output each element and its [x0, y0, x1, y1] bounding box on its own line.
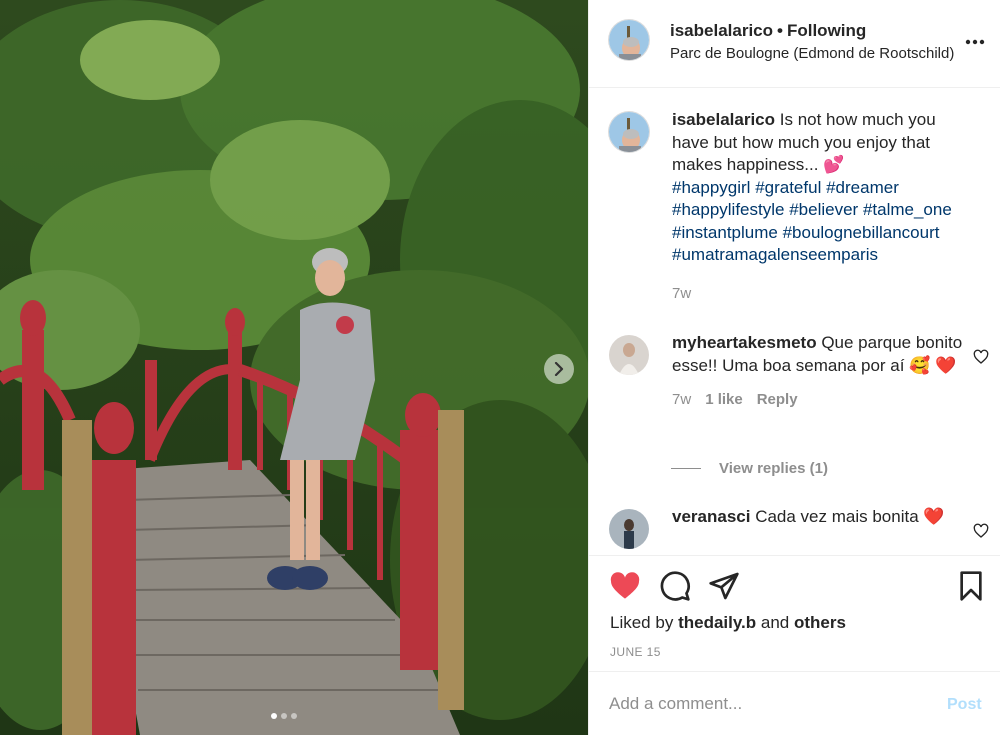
liked-by-others[interactable]: others [794, 613, 846, 632]
post-location[interactable]: Parc de Boulogne (Edmond de Rootschild) [670, 45, 954, 62]
comment-body: myheartakesmeto Que parque bonito esse!!… [672, 332, 972, 412]
hashtag-link[interactable]: #dreamer [826, 178, 899, 197]
hashtag-link[interactable]: #umatramagalenseemparis [672, 245, 878, 264]
comment-body: veranasci Cada vez mais bonita ❤️ [672, 506, 972, 529]
header-separator: • [777, 21, 783, 40]
author-username[interactable]: isabelalarico [670, 21, 773, 40]
comment-username[interactable]: veranasci [672, 507, 750, 526]
caption-username[interactable]: isabelalarico [672, 110, 775, 129]
author-avatar[interactable] [609, 20, 649, 60]
caption-age[interactable]: 7w [672, 283, 691, 306]
post-photo[interactable] [0, 0, 588, 735]
view-replies-button[interactable]: View replies (1) [671, 460, 828, 477]
comment-likes[interactable]: 1 like [705, 389, 743, 412]
commenter-avatar[interactable] [609, 335, 649, 375]
hashtag-link[interactable]: #instantplume [672, 223, 778, 242]
like-comment-heart-icon[interactable] [973, 523, 989, 539]
carousel-indicator [271, 713, 297, 719]
hashtag-link[interactable]: #boulognebillancourt [783, 223, 940, 242]
post-comment-button[interactable]: Post [947, 696, 982, 714]
like-heart-icon[interactable] [609, 570, 641, 602]
add-comment-bar: Post [589, 672, 1000, 735]
liked-by-prefix: Liked by [610, 613, 674, 632]
add-comment-input[interactable] [609, 690, 929, 718]
hashtag-link[interactable]: #talme_one [863, 200, 952, 219]
like-comment-heart-icon[interactable] [973, 349, 989, 365]
caption-body: isabelalarico Is not how much you have b… [672, 109, 972, 305]
post-header: isabelalarico • Following Parc de Boulogne… [589, 0, 1000, 88]
more-options-button[interactable] [963, 30, 987, 54]
share-icon[interactable] [708, 570, 740, 602]
comment-age[interactable]: 7w [672, 389, 691, 412]
post-actions: Liked by thedaily.b and others JUNE 15 [589, 555, 1000, 672]
replies-divider [671, 468, 701, 469]
following-button[interactable]: Following [787, 21, 866, 40]
carousel-dot-2 [281, 713, 287, 719]
caption-hashtags: #happygirl #grateful #dreamer #happylife… [672, 177, 972, 267]
comments-list[interactable]: isabelalarico Is not how much you have b… [589, 89, 1000, 555]
liked-by-line: Liked by thedaily.b and others [610, 613, 846, 633]
comment-meta: 7w 1 like Reply [672, 389, 972, 412]
carousel-dot-3 [291, 713, 297, 719]
hashtag-link[interactable]: #happylifestyle [672, 200, 784, 219]
hashtag-link[interactable]: #happygirl [672, 178, 750, 197]
hashtag-link[interactable]: #believer [789, 200, 858, 219]
comment-text: Cada vez mais bonita ❤️ [755, 507, 945, 526]
view-replies-label: View replies (1) [719, 460, 828, 477]
hashtag-link[interactable]: #grateful [755, 178, 821, 197]
next-photo-button[interactable] [544, 354, 574, 384]
carousel-dot-1 [271, 713, 277, 719]
caption-meta: 7w [672, 283, 972, 306]
post-date[interactable]: JUNE 15 [610, 645, 661, 659]
chevron-right-icon [554, 362, 564, 376]
more-icon [965, 39, 985, 45]
caption-avatar[interactable] [609, 112, 649, 152]
liked-by-user[interactable]: thedaily.b [678, 613, 756, 632]
reply-button[interactable]: Reply [757, 389, 798, 412]
comment-username[interactable]: myheartakesmeto [672, 333, 817, 352]
post-author-line: isabelalarico • Following [670, 21, 866, 41]
comment-icon[interactable] [659, 570, 691, 602]
post-side-panel: isabelalarico • Following Parc de Boulogne… [588, 0, 1000, 735]
liked-by-conj: and [760, 613, 790, 632]
commenter-avatar[interactable] [609, 509, 649, 549]
save-bookmark-icon[interactable] [955, 570, 987, 602]
photo-scene [0, 0, 588, 735]
